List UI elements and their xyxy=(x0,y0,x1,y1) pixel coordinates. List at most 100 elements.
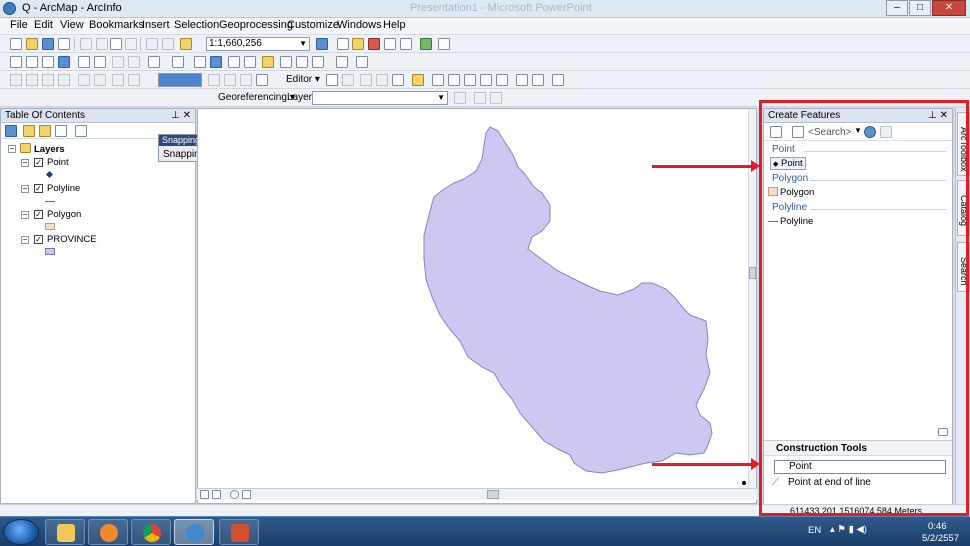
menu-customize[interactable]: Customize xyxy=(287,19,339,31)
layer-checkbox-polygon[interactable]: ✓ xyxy=(34,210,43,219)
editor-menu[interactable]: Editor ▾ xyxy=(286,74,320,85)
layout-pan-icon[interactable] xyxy=(42,74,54,86)
layout-full-extent-icon[interactable] xyxy=(58,74,70,86)
select-elements-icon[interactable] xyxy=(194,56,206,68)
find-route-icon[interactable] xyxy=(296,56,308,68)
select-features-icon[interactable] xyxy=(148,56,160,68)
point-feature-marker[interactable] xyxy=(742,481,746,485)
tray-icons[interactable]: ▴ ⚑ ▮ ◀) xyxy=(830,524,867,535)
pan-icon[interactable] xyxy=(42,56,54,68)
edit-annotation-icon[interactable] xyxy=(342,74,354,86)
sketch-properties-icon[interactable] xyxy=(532,74,544,86)
layout-zoom-out-icon[interactable] xyxy=(26,74,38,86)
layer-name-polygon[interactable]: Polygon xyxy=(47,209,81,220)
clock-time[interactable]: 0:46 xyxy=(928,521,947,532)
clear-selection-icon[interactable] xyxy=(172,56,184,68)
menu-bookmarks[interactable]: Bookmarks xyxy=(89,19,144,31)
taskbar-arcmap[interactable] xyxy=(174,519,214,545)
layout-view-icon[interactable] xyxy=(212,490,221,499)
create-viewer-window-icon[interactable] xyxy=(356,56,368,68)
list-by-visibility-icon[interactable] xyxy=(39,125,51,137)
add-control-points-icon[interactable] xyxy=(474,92,486,104)
close-button[interactable]: ✕ xyxy=(932,0,966,16)
redo-icon[interactable] xyxy=(162,38,174,50)
cut-polygons-icon[interactable] xyxy=(464,74,476,86)
catalog-icon[interactable] xyxy=(352,38,364,50)
focus-data-frame-icon[interactable] xyxy=(224,74,236,86)
province-polygon[interactable] xyxy=(423,126,713,474)
attributes-icon[interactable] xyxy=(516,74,528,86)
layer-expander-point[interactable]: − xyxy=(21,159,29,167)
menu-geoprocessing[interactable]: Geoprocessing xyxy=(219,19,293,31)
go-to-xy-icon[interactable] xyxy=(312,56,324,68)
layer-checkbox-polyline[interactable]: ✓ xyxy=(34,184,43,193)
minimize-button[interactable]: – xyxy=(886,0,908,16)
clock-date[interactable]: 5/2/2557 xyxy=(922,533,959,544)
cut-icon[interactable] xyxy=(80,38,92,50)
taskbar-explorer[interactable] xyxy=(45,519,85,545)
georeferencing-menu[interactable]: Georeferencing ▾ xyxy=(218,92,295,103)
layout-forward-icon[interactable] xyxy=(128,74,140,86)
change-layout-icon[interactable] xyxy=(240,74,252,86)
trace-icon[interactable] xyxy=(392,74,404,86)
menu-selection[interactable]: Selection xyxy=(174,19,219,31)
data-driven-pages-icon[interactable] xyxy=(256,74,268,86)
find-icon[interactable] xyxy=(280,56,292,68)
time-slider-icon[interactable] xyxy=(336,56,348,68)
zoom-out-icon[interactable] xyxy=(26,56,38,68)
list-by-source-icon[interactable] xyxy=(23,125,35,137)
identify-icon[interactable] xyxy=(210,56,222,68)
maximize-button[interactable]: □ xyxy=(909,0,931,16)
menu-edit[interactable]: Edit xyxy=(34,19,53,31)
toggle-draft-mode-icon[interactable] xyxy=(208,74,220,86)
toc-pin-close-icons[interactable]: ⊥ ✕ xyxy=(171,109,191,123)
taskbar-chrome[interactable] xyxy=(131,519,171,545)
toc-options-icon[interactable] xyxy=(75,125,87,137)
edit-vertices-icon[interactable] xyxy=(432,74,444,86)
data-view-icon[interactable] xyxy=(200,490,209,499)
menu-view[interactable]: View xyxy=(60,19,84,31)
forward-extent-icon[interactable] xyxy=(128,56,140,68)
fixed-zoom-in-icon[interactable] xyxy=(78,56,90,68)
create-features-icon[interactable] xyxy=(552,74,564,86)
zoom-in-icon[interactable] xyxy=(10,56,22,68)
menu-help[interactable]: Help xyxy=(383,19,406,31)
refresh-icon[interactable] xyxy=(230,490,239,499)
add-data-icon[interactable] xyxy=(180,38,192,50)
end-point-arc-icon[interactable] xyxy=(376,74,388,86)
delete-icon[interactable] xyxy=(125,38,137,50)
full-extent-icon[interactable] xyxy=(58,56,70,68)
layer-name-polyline[interactable]: Polyline xyxy=(47,183,80,194)
layer-name-point[interactable]: Point xyxy=(47,157,69,168)
edit-tool-icon[interactable] xyxy=(326,74,338,86)
python-icon[interactable] xyxy=(384,38,396,50)
language-indicator[interactable]: EN xyxy=(808,525,821,536)
straight-segment-icon[interactable] xyxy=(360,74,372,86)
layer-expander-province[interactable]: − xyxy=(21,236,29,244)
pause-drawing-icon[interactable] xyxy=(242,490,251,499)
measure-icon[interactable] xyxy=(262,56,274,68)
layer-expander-polygon[interactable]: − xyxy=(21,211,29,219)
table-of-contents-icon[interactable] xyxy=(337,38,349,50)
menu-insert[interactable]: Insert xyxy=(142,19,170,31)
list-by-selection-icon[interactable] xyxy=(55,125,67,137)
model-builder-icon[interactable] xyxy=(400,38,412,50)
arctoolbox-icon[interactable] xyxy=(368,38,380,50)
new-document-icon[interactable] xyxy=(10,38,22,50)
point-tool-icon[interactable] xyxy=(412,74,424,86)
rotate-tool-icon[interactable] xyxy=(496,74,508,86)
search-window-icon[interactable] xyxy=(420,38,432,50)
layer-checkbox-point[interactable]: ✓ xyxy=(34,158,43,167)
georef-layer-combo[interactable]: ▼ xyxy=(312,91,448,105)
layout-zoom-in-icon[interactable] xyxy=(10,74,22,86)
start-button[interactable] xyxy=(3,519,39,545)
layout-back-icon[interactable] xyxy=(112,74,124,86)
layers-expander[interactable]: − xyxy=(8,145,16,153)
editor-toolbar-icon[interactable] xyxy=(316,38,328,50)
hyperlink-icon[interactable] xyxy=(228,56,240,68)
paste-icon[interactable] xyxy=(110,38,122,50)
layout-zoom-100-icon[interactable] xyxy=(78,74,90,86)
save-icon[interactable] xyxy=(42,38,54,50)
fixed-zoom-out-icon[interactable] xyxy=(94,56,106,68)
rotate-georef-icon[interactable] xyxy=(454,92,466,104)
